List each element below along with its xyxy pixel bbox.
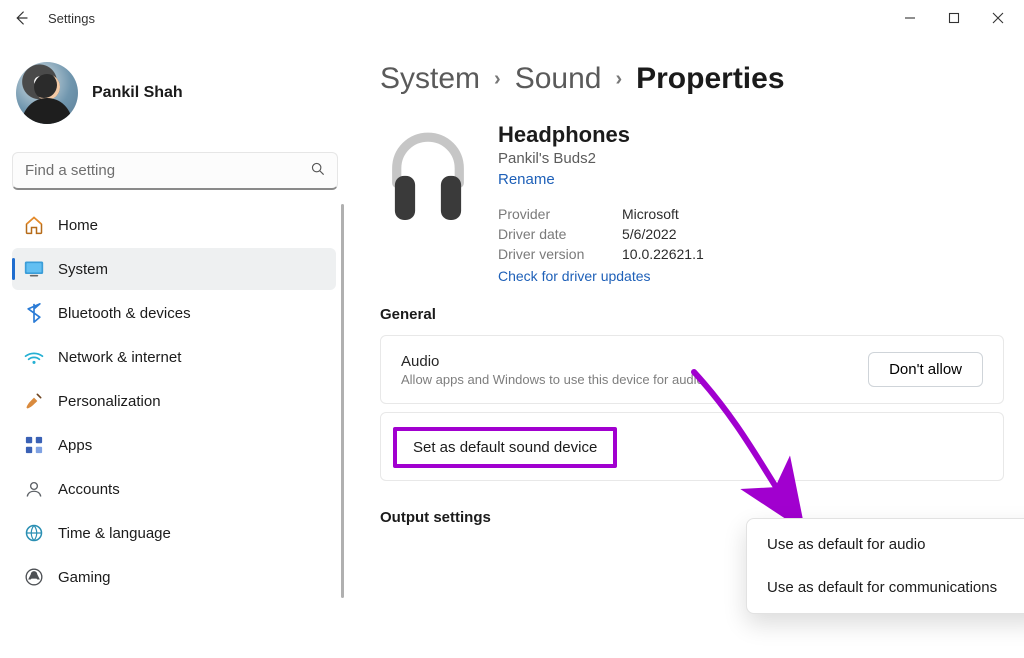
driver-version-value: 10.0.22621.1 — [622, 246, 704, 262]
system-icon — [24, 259, 44, 279]
search-icon — [310, 161, 326, 182]
breadcrumb-current: Properties — [636, 62, 784, 96]
back-button[interactable] — [4, 1, 38, 35]
user-name: Pankil Shah — [92, 84, 183, 102]
sidebar-item-time-language[interactable]: Time & language — [12, 512, 336, 554]
home-icon — [24, 215, 44, 235]
sidebar-item-system[interactable]: System — [12, 248, 336, 290]
sidebar-item-label: Bluetooth & devices — [58, 305, 191, 322]
sidebar-item-apps[interactable]: Apps — [12, 424, 336, 466]
sidebar: Pankil Shah Home System Bluetooth & devi… — [0, 36, 350, 658]
audio-card-title: Audio — [401, 353, 704, 370]
main-content: System › Sound › Properties Headphones P… — [350, 36, 1024, 658]
sidebar-item-accounts[interactable]: Accounts — [12, 468, 336, 510]
sidebar-item-label: Network & internet — [58, 349, 181, 366]
general-section-title: General — [380, 306, 1004, 323]
sidebar-item-bluetooth[interactable]: Bluetooth & devices — [12, 292, 336, 334]
sidebar-item-network[interactable]: Network & internet — [12, 336, 336, 378]
sidebar-item-label: Accounts — [58, 481, 120, 498]
default-device-menu: Use as default for audio Use as default … — [746, 518, 1024, 614]
breadcrumb-sound[interactable]: Sound — [515, 62, 602, 96]
sidebar-item-label: Gaming — [58, 569, 111, 586]
driver-version-label: Driver version — [498, 246, 598, 262]
sidebar-item-home[interactable]: Home — [12, 204, 336, 246]
sidebar-item-label: Personalization — [58, 393, 161, 410]
breadcrumb: System › Sound › Properties — [380, 62, 1004, 96]
personalization-icon — [24, 391, 44, 411]
bluetooth-icon — [24, 303, 44, 323]
time-language-icon — [24, 523, 44, 543]
sidebar-item-label: Home — [58, 217, 98, 234]
device-subtitle: Pankil's Buds2 — [498, 150, 704, 167]
driver-date-label: Driver date — [498, 226, 598, 242]
accounts-icon — [24, 479, 44, 499]
set-default-card: Set as default sound device — [380, 412, 1004, 481]
menu-option-default-audio[interactable]: Use as default for audio — [751, 523, 1024, 566]
chevron-right-icon: › — [492, 68, 503, 91]
driver-date-value: 5/6/2022 — [622, 226, 677, 242]
set-default-sound-device-button[interactable]: Set as default sound device — [393, 427, 617, 468]
provider-label: Provider — [498, 206, 598, 222]
sidebar-item-label: Time & language — [58, 525, 171, 542]
provider-value: Microsoft — [622, 206, 679, 222]
search-input[interactable] — [12, 152, 338, 190]
audio-card-desc: Allow apps and Windows to use this devic… — [401, 372, 704, 387]
sidebar-item-label: Apps — [58, 437, 92, 454]
avatar — [16, 62, 78, 124]
close-button[interactable] — [976, 1, 1020, 35]
dont-allow-button[interactable]: Don't allow — [868, 352, 983, 387]
breadcrumb-system[interactable]: System — [380, 62, 480, 96]
headphones-icon — [380, 122, 476, 284]
user-block[interactable]: Pankil Shah — [12, 54, 342, 132]
sidebar-item-label: System — [58, 261, 108, 278]
window-title: Settings — [38, 11, 95, 26]
sidebar-item-gaming[interactable]: Gaming — [12, 556, 336, 598]
audio-card: Audio Allow apps and Windows to use this… — [380, 335, 1004, 404]
rename-link[interactable]: Rename — [498, 171, 704, 188]
check-driver-updates-link[interactable]: Check for driver updates — [498, 268, 704, 284]
maximize-button[interactable] — [932, 1, 976, 35]
sidebar-item-personalization[interactable]: Personalization — [12, 380, 336, 422]
device-name: Headphones — [498, 122, 704, 148]
network-icon — [24, 347, 44, 367]
chevron-right-icon: › — [613, 68, 624, 91]
menu-option-default-communications[interactable]: Use as default for communications — [751, 566, 1024, 609]
gaming-icon — [24, 567, 44, 587]
sidebar-menu: Home System Bluetooth & devices Network … — [12, 204, 342, 598]
minimize-button[interactable] — [888, 1, 932, 35]
apps-icon — [24, 435, 44, 455]
